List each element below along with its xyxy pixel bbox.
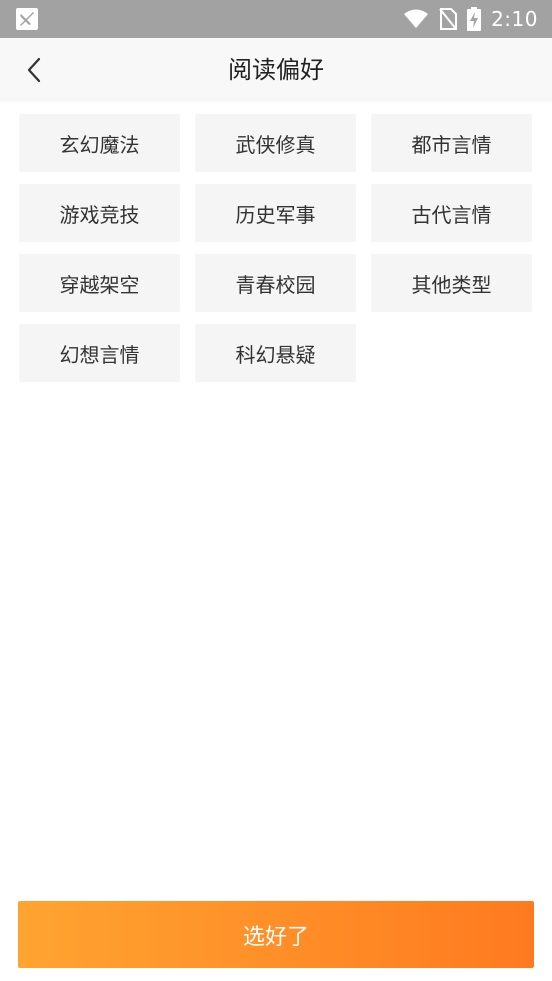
status-bar: 2:10: [0, 0, 552, 38]
category-tag-qita-leixing[interactable]: 其他类型: [371, 254, 532, 312]
category-tag-lishi-junshi[interactable]: 历史军事: [195, 184, 356, 242]
notification-app-icon: [16, 8, 38, 30]
category-tag-huanxiang-yanqing[interactable]: 幻想言情: [19, 324, 180, 382]
no-sim-icon: [439, 8, 458, 30]
nav-bar: 阅读偏好: [0, 38, 552, 102]
battery-charging-icon: [467, 7, 482, 31]
category-tag-wuxia-xiuzhen[interactable]: 武侠修真: [195, 114, 356, 172]
category-tag-xuanhuan-mofa[interactable]: 玄幻魔法: [19, 114, 180, 172]
category-grid: 玄幻魔法 武侠修真 都市言情 游戏竞技 历史军事 古代言情 穿越架空 青春校园 …: [19, 114, 533, 382]
category-tag-gudai-yanqing[interactable]: 古代言情: [371, 184, 532, 242]
category-tag-chuanyue-jiakong[interactable]: 穿越架空: [19, 254, 180, 312]
category-tag-qingchun-xiaoyuan[interactable]: 青春校园: [195, 254, 356, 312]
confirm-button[interactable]: 选好了: [18, 901, 534, 968]
category-tag-youxi-jingji[interactable]: 游戏竞技: [19, 184, 180, 242]
status-time: 2:10: [491, 7, 538, 31]
page-title: 阅读偏好: [228, 56, 324, 84]
wifi-icon: [404, 9, 429, 28]
category-tag-dushi-yanqing[interactable]: 都市言情: [371, 114, 532, 172]
category-tag-kehuan-xuanyi[interactable]: 科幻悬疑: [195, 324, 356, 382]
